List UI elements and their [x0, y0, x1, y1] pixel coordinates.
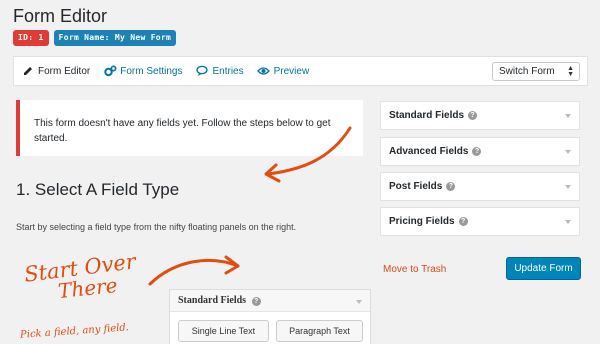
caret-down-icon	[565, 114, 571, 118]
panel-label: Pricing Fields	[389, 216, 455, 227]
handwriting-pick: Pick a field, any field.	[19, 322, 130, 341]
help-icon[interactable]: ?	[251, 297, 261, 306]
toolbar-label: Entries	[212, 65, 244, 77]
comment-icon	[195, 64, 209, 78]
form-toolbar: Form Editor Form Settings Entries Previe…	[13, 56, 588, 86]
help-icon[interactable]: ?	[468, 111, 478, 120]
toolbar-form-editor[interactable]: Form Editor	[21, 64, 90, 78]
switch-form-label: Switch Form	[499, 66, 555, 77]
caret-down-icon	[356, 300, 362, 304]
pencil-icon	[21, 64, 35, 78]
paragraph-text-button[interactable]: Paragraph Text	[276, 320, 363, 342]
toolbar-label: Form Settings	[120, 65, 183, 77]
caret-down-icon	[565, 220, 571, 224]
caret-down-icon	[565, 185, 571, 189]
panel-label: Post Fields	[389, 181, 443, 192]
eye-icon	[257, 64, 271, 78]
floating-panel-title: Standard Fields	[178, 295, 247, 306]
update-form-button[interactable]: Update Form	[506, 257, 581, 280]
panel-standard-fields[interactable]: Standard Fields ?	[380, 101, 580, 130]
handwriting-there: There	[56, 272, 119, 304]
step-heading: 1. Select A Field Type	[16, 180, 180, 199]
empty-form-notice: This form doesn't have any fields yet. F…	[16, 100, 363, 156]
panel-advanced-fields[interactable]: Advanced Fields ?	[380, 137, 580, 166]
gears-icon	[103, 64, 117, 78]
panel-post-fields[interactable]: Post Fields ?	[380, 172, 580, 201]
notice-text: This form doesn't have any fields yet. F…	[34, 118, 331, 144]
help-icon[interactable]: ?	[446, 182, 456, 191]
toolbar-label: Form Editor	[38, 65, 91, 77]
caret-down-icon	[565, 150, 571, 154]
panel-label: Advanced Fields	[389, 146, 469, 157]
toolbar-form-settings[interactable]: Form Settings	[103, 64, 182, 78]
help-icon[interactable]: ?	[472, 147, 482, 156]
toolbar-preview[interactable]: Preview	[257, 64, 310, 78]
form-name-badge: Form Name: My New Form	[53, 30, 177, 46]
switch-form-select[interactable]: Switch Form ▲ ▼	[492, 62, 580, 81]
single-line-text-button[interactable]: Single Line Text	[178, 320, 269, 342]
panel-label: Standard Fields	[389, 110, 465, 121]
form-badges: ID: 1 Form Name: My New Form	[13, 30, 177, 46]
toolbar-entries[interactable]: Entries	[195, 64, 244, 78]
id-badge: ID: 1	[13, 30, 49, 46]
select-arrows-icon: ▲ ▼	[567, 65, 574, 78]
floating-standard-fields-panel: Standard Fields ? Single Line Text Parag…	[169, 289, 371, 344]
panel-pricing-fields[interactable]: Pricing Fields ?	[380, 207, 580, 236]
floating-panel-header[interactable]: Standard Fields ?	[170, 290, 370, 312]
page-title: Form Editor	[13, 6, 108, 26]
move-to-trash-link[interactable]: Move to Trash	[383, 264, 446, 275]
step-description: Start by selecting a field type from the…	[16, 222, 297, 232]
help-icon[interactable]: ?	[458, 217, 468, 226]
toolbar-label: Preview	[273, 65, 310, 77]
